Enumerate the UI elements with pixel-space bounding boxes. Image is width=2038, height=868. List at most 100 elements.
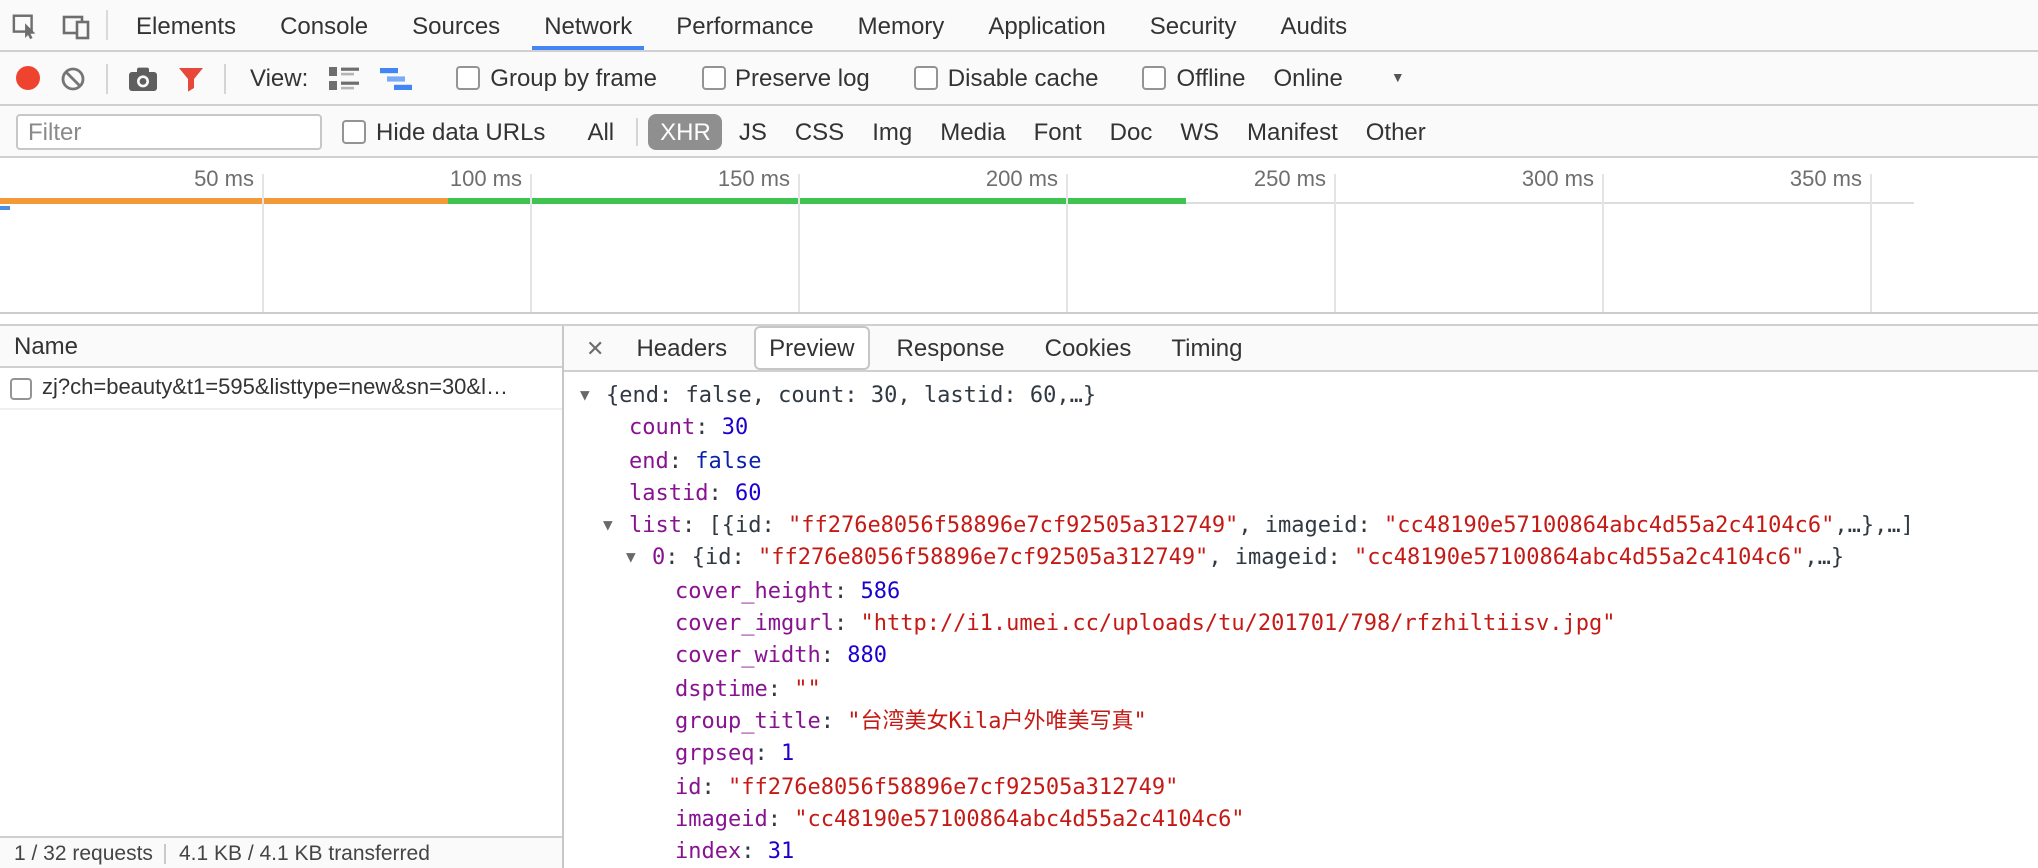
- camera-icon: [128, 65, 158, 91]
- inspect-element-button[interactable]: [0, 0, 50, 50]
- disable-cache-checkbox[interactable]: Disable cache: [914, 64, 1099, 92]
- filter-chip-other[interactable]: Other: [1354, 113, 1438, 149]
- expand-triangle-icon[interactable]: ▼: [626, 543, 652, 576]
- filter-chip-ws[interactable]: WS: [1168, 113, 1231, 149]
- filter-chip-font[interactable]: Font: [1022, 113, 1094, 149]
- tab-memory[interactable]: Memory: [836, 0, 967, 50]
- detail-tab-cookies[interactable]: Cookies: [1031, 328, 1146, 368]
- detail-tab-timing[interactable]: Timing: [1157, 328, 1256, 368]
- filter-chip-manifest[interactable]: Manifest: [1235, 113, 1350, 149]
- throttling-select[interactable]: Online ▼: [1273, 64, 1404, 92]
- checkbox-label: Offline: [1177, 64, 1246, 92]
- checkbox-icon: [456, 66, 480, 90]
- request-detail-panel: ✕ Headers Preview Response Cookies Timin…: [564, 326, 2038, 868]
- json-name: list: [629, 512, 682, 538]
- overview-bar-orange: [0, 198, 448, 204]
- filter-chip-xhr[interactable]: XHR: [648, 113, 723, 149]
- json-plain: : [{id:: [682, 512, 788, 538]
- json-tree-line[interactable]: ▼0: {id: "ff276e8056f58896e7cf92505a3127…: [564, 543, 2038, 576]
- filter-chip-media[interactable]: Media: [928, 113, 1017, 149]
- preserve-log-checkbox[interactable]: Preserve log: [701, 64, 870, 92]
- resource-type-filters: All XHR JS CSS Img Media Font Doc WS Man…: [573, 113, 1439, 149]
- tab-elements[interactable]: Elements: [114, 0, 258, 50]
- capture-screenshots-button[interactable]: [128, 65, 158, 91]
- filter-chip-js[interactable]: JS: [727, 113, 779, 149]
- tab-performance[interactable]: Performance: [654, 0, 835, 50]
- filter-button[interactable]: [178, 65, 204, 91]
- clear-button[interactable]: [60, 65, 86, 91]
- filter-chip-all[interactable]: All: [575, 113, 626, 149]
- requests-empty-area: [0, 410, 562, 836]
- expand-triangle-icon[interactable]: ▼: [603, 510, 629, 543]
- record-button[interactable]: [16, 66, 40, 90]
- json-tree-line: dsptime: "": [564, 673, 2038, 706]
- large-request-rows-button[interactable]: [328, 65, 360, 91]
- json-name: lastid: [629, 480, 709, 506]
- json-name: cover_imgurl: [675, 610, 834, 636]
- tab-audits[interactable]: Audits: [1258, 0, 1369, 50]
- network-overview[interactable]: 50 ms100 ms150 ms200 ms250 ms300 ms350 m…: [0, 158, 2038, 314]
- json-str: "ff276e8056f58896e7cf92505a312749": [728, 773, 1178, 799]
- json-name: grpseq: [675, 741, 755, 767]
- json-plain: , imageid:: [1238, 512, 1384, 538]
- json-tree-line[interactable]: ▼{end: false, count: 30, lastid: 60,…}: [564, 380, 2038, 413]
- checkbox-label: Group by frame: [490, 64, 657, 92]
- filter-chip-doc[interactable]: Doc: [1098, 113, 1165, 149]
- filter-input[interactable]: [16, 113, 322, 149]
- chevron-down-icon: ▼: [1391, 71, 1405, 85]
- hide-data-urls-checkbox[interactable]: Hide data URLs: [342, 117, 545, 145]
- show-overview-button[interactable]: [380, 65, 412, 91]
- device-toolbar-button[interactable]: [50, 0, 100, 50]
- json-plain: :: [768, 806, 795, 832]
- request-row[interactable]: zj?ch=beauty&t1=595&listtype=new&sn=30&l…: [0, 368, 562, 410]
- group-by-frame-checkbox[interactable]: Group by frame: [456, 64, 657, 92]
- json-name: dsptime: [675, 675, 768, 701]
- request-checkbox[interactable]: [10, 377, 32, 399]
- ruler-gridline: [262, 174, 264, 312]
- json-str: "cc48190e57100864abc4d55a2c4104c6": [794, 806, 1244, 832]
- pane-gap: [0, 314, 2038, 324]
- request-name: zj?ch=beauty&t1=595&listtype=new&sn=30&l…: [42, 376, 554, 400]
- json-str: "http://i1.umei.cc/uploads/tu/201701/798…: [860, 610, 1615, 636]
- json-str: "ff276e8056f58896e7cf92505a312749": [788, 512, 1238, 538]
- network-toolbar: View: Group by frame Preserve: [0, 52, 2038, 106]
- filter-chip-css[interactable]: CSS: [783, 113, 856, 149]
- json-tree-line: index: 31: [564, 836, 2038, 868]
- detail-tab-headers[interactable]: Headers: [622, 328, 741, 368]
- json-plain: :: [755, 741, 782, 767]
- json-plain: :: [702, 773, 729, 799]
- ruler-gridline: [1870, 174, 1872, 312]
- detail-tab-response[interactable]: Response: [883, 328, 1019, 368]
- json-tree-line[interactable]: ▼list: [{id: "ff276e8056f58896e7cf92505a…: [564, 510, 2038, 543]
- json-plain: :: [768, 675, 795, 701]
- json-plain: :: [834, 610, 861, 636]
- detail-tab-preview[interactable]: Preview: [753, 326, 870, 370]
- json-name: imageid: [675, 806, 768, 832]
- tab-console[interactable]: Console: [258, 0, 390, 50]
- close-detail-button[interactable]: ✕: [574, 335, 616, 361]
- ruler-gridline: [1334, 174, 1336, 312]
- json-bool: false: [695, 447, 761, 473]
- divider: [636, 117, 638, 145]
- json-tree-line: group_title: "台湾美女Kila户外唯美写真": [564, 706, 2038, 739]
- view-label: View:: [250, 64, 308, 92]
- json-str: "": [794, 675, 821, 701]
- tab-sources[interactable]: Sources: [390, 0, 522, 50]
- clear-icon: [60, 65, 86, 91]
- overview-bar-blue: [0, 206, 10, 210]
- time-tick-label: 50 ms: [114, 168, 254, 192]
- tab-application[interactable]: Application: [966, 0, 1127, 50]
- json-num: 31: [768, 838, 795, 864]
- tab-network[interactable]: Network: [522, 0, 654, 50]
- filter-chip-img[interactable]: Img: [860, 113, 924, 149]
- json-plain: :: [834, 578, 861, 604]
- time-tick-label: 200 ms: [918, 168, 1058, 192]
- json-name: cover_height: [675, 578, 834, 604]
- json-plain: :: [821, 643, 848, 669]
- name-column-header[interactable]: Name: [0, 326, 562, 368]
- checkbox-label: Hide data URLs: [376, 117, 545, 145]
- time-tick-label: 250 ms: [1186, 168, 1326, 192]
- offline-checkbox[interactable]: Offline: [1143, 64, 1246, 92]
- expand-triangle-icon[interactable]: ▼: [580, 380, 606, 413]
- tab-security[interactable]: Security: [1128, 0, 1259, 50]
